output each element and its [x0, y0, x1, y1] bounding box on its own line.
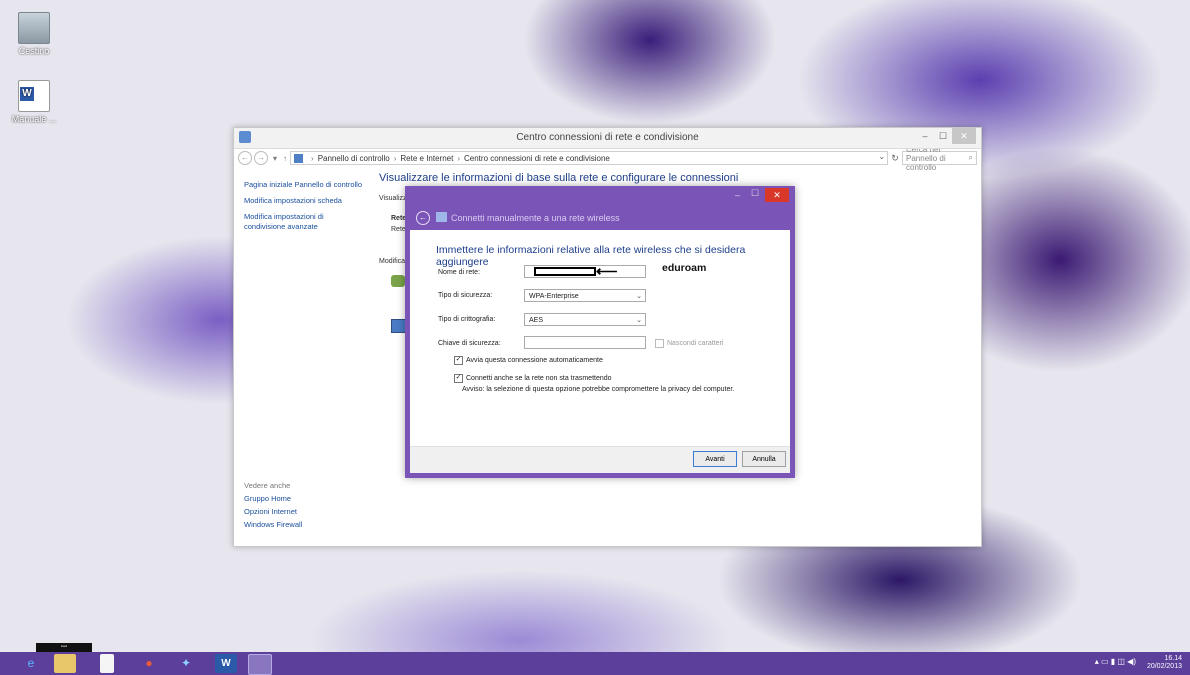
chevron-down-icon: ⌄	[636, 317, 642, 324]
wireless-dialog: ← Connetti manualmente a una rete wirele…	[405, 186, 795, 478]
new-connection-icon[interactable]	[391, 275, 405, 287]
breadcrumb-separator-icon: ›	[393, 153, 397, 163]
document-icon[interactable]	[100, 654, 114, 673]
sidebar: Pagina iniziale Pannello di controllo Mo…	[244, 180, 364, 238]
security-type-select[interactable]: WPA-Enterprise ⌄	[524, 289, 646, 302]
dialog-title: Connetti manualmente a una rete wireless	[451, 213, 620, 223]
breadcrumb-control-panel[interactable]: Pannello di controllo	[318, 154, 390, 163]
desktop-icon-recycle-bin[interactable]: Cestino	[4, 12, 64, 56]
desktop-icon-label: Cestino	[18, 46, 50, 56]
file-explorer-icon[interactable]	[54, 654, 76, 673]
sidebar-item-advanced-sharing[interactable]: Modifica impostazioni di condivisione av…	[244, 212, 364, 232]
breadcrumb-network-internet[interactable]: Rete e Internet	[400, 154, 453, 163]
network-icon[interactable]: ✦	[175, 654, 197, 673]
security-type-value: WPA-Enterprise	[529, 293, 579, 300]
chevron-down-icon[interactable]: ⌄	[878, 152, 885, 161]
connect-hidden-checkbox[interactable]: ✓ Connetti anche se la rete non sta tras…	[454, 374, 612, 383]
taskbar-thumbnail: ▪▪▪	[36, 643, 92, 652]
hide-characters-checkbox[interactable]: Nascondi caratteri	[655, 339, 723, 348]
window-titlebar[interactable]: Centro connessioni di rete e condivision…	[234, 128, 981, 149]
encryption-type-value: AES	[529, 317, 544, 324]
view-networks-label: Visualizz	[379, 195, 407, 202]
auto-connect-label: Avvia questa connessione automaticamente	[466, 357, 603, 364]
refresh-icon[interactable]: ↻	[888, 153, 902, 164]
close-button[interactable]: ✕	[952, 128, 976, 144]
clock-time[interactable]: 16.14	[1147, 655, 1182, 663]
search-icon: ⌕	[968, 153, 973, 162]
desktop-icon-manual[interactable]: W Manuale ...	[4, 80, 64, 124]
system-tray: ▴ ▭ ▮ ◫ ◀) 16.14 20/02/2013	[1095, 655, 1182, 671]
window-title: Centro connessioni di rete e condivision…	[516, 132, 699, 143]
chevron-down-icon: ⌄	[636, 293, 642, 300]
recycle-bin-icon	[18, 12, 50, 44]
network-name-field-label: Nome di rete:	[438, 269, 481, 276]
encryption-type-label: Tipo di crittografia:	[438, 316, 496, 323]
breadcrumb-separator-icon: ›	[311, 153, 314, 163]
redaction-box	[534, 267, 596, 276]
see-also-heading: Vedere anche	[244, 481, 291, 490]
security-key-label: Chiave di sicurezza:	[438, 340, 501, 347]
word-icon[interactable]: W	[215, 654, 237, 673]
connect-hidden-label: Connetti anche se la rete non sta trasme…	[466, 375, 612, 382]
sidebar-item-control-panel-home[interactable]: Pagina iniziale Pannello di controllo	[244, 180, 364, 190]
annotation-label: eduroam	[662, 262, 707, 274]
breadcrumb-separator-icon: ›	[457, 153, 460, 163]
minimize-button[interactable]: –	[915, 128, 935, 144]
see-also-internet-options[interactable]: Opzioni Internet	[244, 505, 302, 518]
word-document-icon: W	[18, 80, 50, 112]
privacy-warning: Avviso: la selezione di questa opzione p…	[462, 386, 735, 393]
tray-icons[interactable]: ▴ ▭ ▮ ◫ ◀)	[1095, 658, 1136, 666]
see-also-windows-firewall[interactable]: Windows Firewall	[244, 518, 302, 531]
sidebar-item-adapter-settings[interactable]: Modifica impostazioni scheda	[244, 196, 364, 206]
maximize-button[interactable]: ☐	[935, 128, 951, 144]
desktop-icon-label: Manuale ...	[11, 114, 57, 124]
encryption-type-select[interactable]: AES ⌄	[524, 313, 646, 326]
control-panel-icon[interactable]	[248, 654, 272, 675]
annotation-arrow-icon: ⟵	[596, 263, 618, 280]
internet-explorer-icon[interactable]: e	[20, 654, 42, 673]
control-panel-icon	[294, 153, 304, 163]
dialog-footer: Avanti Annulla	[410, 446, 790, 473]
up-icon[interactable]: ↑	[283, 154, 287, 163]
auto-connect-checkbox[interactable]: ✓ Avvia questa connessione automaticamen…	[454, 356, 603, 365]
breadcrumb-network-center[interactable]: Centro connessioni di rete e condivision…	[464, 154, 610, 163]
dialog-close-button[interactable]: ✕	[765, 188, 789, 202]
checkbox-box	[655, 339, 664, 348]
change-settings-label: Modifica	[379, 258, 406, 265]
network-name-label: Rete	[391, 215, 407, 222]
security-key-input[interactable]	[524, 336, 646, 349]
taskbar: e ● ✦ W ▴ ▭ ▮ ◫ ◀) 16.14 20/02/2013	[0, 652, 1190, 675]
cancel-button[interactable]: Annulla	[742, 451, 786, 467]
recent-pages-icon[interactable]: ▾	[273, 154, 277, 163]
clock-date[interactable]: 20/02/2013	[1147, 663, 1182, 671]
hide-characters-label: Nascondi caratteri	[667, 340, 724, 347]
next-button[interactable]: Avanti	[693, 451, 737, 467]
search-input[interactable]: Cerca nel Pannello di controllo ⌕	[902, 145, 977, 172]
page-title: Visualizzare le informazioni di base sul…	[379, 172, 739, 184]
forward-icon[interactable]: →	[254, 151, 268, 165]
back-arrow-icon[interactable]: ←	[416, 211, 430, 225]
paint-icon[interactable]: ●	[138, 654, 160, 673]
network-type-label: Rete	[391, 226, 406, 233]
see-also: Vedere anche Gruppo Home Opzioni Interne…	[244, 479, 302, 531]
back-icon[interactable]: ←	[238, 151, 252, 165]
see-also-homegroup[interactable]: Gruppo Home	[244, 492, 302, 505]
dialog-minimize-button[interactable]: –	[735, 190, 740, 200]
address-bar-row: ← → ▾ ↑ › Pannello di controllo › Rete e…	[234, 145, 981, 172]
dialog-titlebar[interactable]: ← Connetti manualmente a una rete wirele…	[405, 186, 795, 230]
breadcrumb[interactable]: › Pannello di controllo › Rete e Interne…	[290, 151, 889, 165]
dialog-maximize-button[interactable]: ☐	[751, 188, 759, 199]
wireless-network-icon	[436, 212, 447, 222]
security-type-label: Tipo di sicurezza:	[438, 292, 493, 299]
checkmark-icon: ✓	[454, 374, 463, 383]
dialog-body: Immettere le informazioni relative alla …	[410, 230, 790, 446]
checkmark-icon: ✓	[454, 356, 463, 365]
